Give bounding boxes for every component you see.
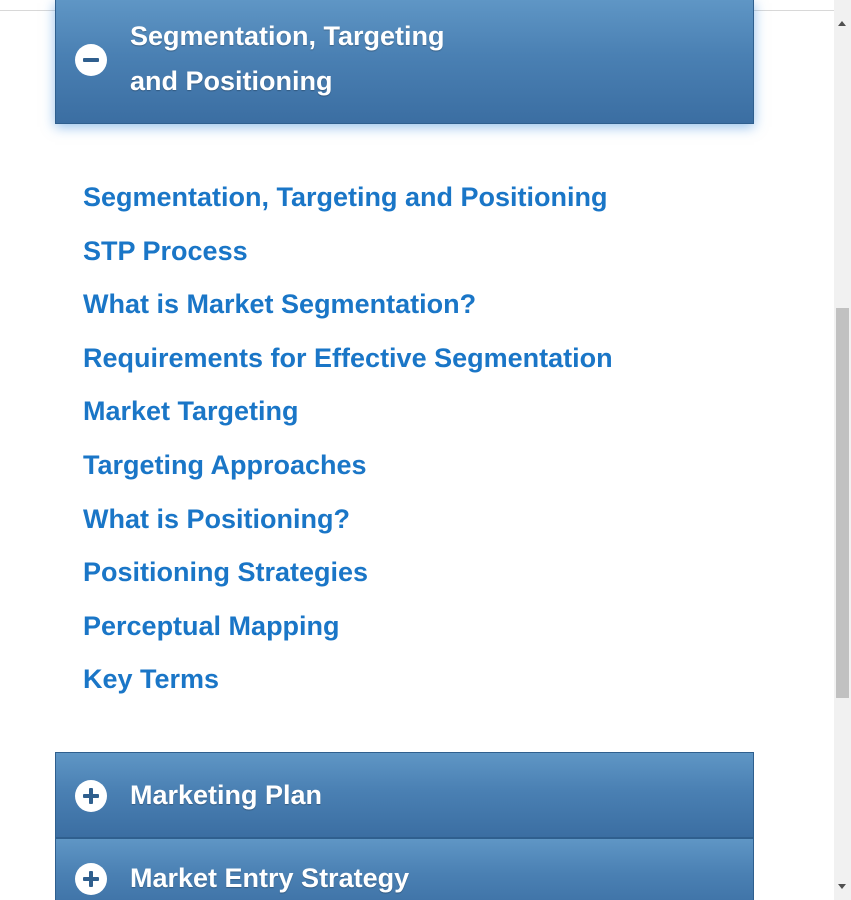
- minus-circle-icon[interactable]: [75, 44, 107, 76]
- section-header-marketing-plan[interactable]: Marketing Plan: [55, 752, 754, 838]
- section-title-line-2: and Positioning: [130, 66, 333, 96]
- section-links-list: Segmentation, Targeting and Positioning …: [83, 172, 613, 708]
- list-item: Segmentation, Targeting and Positioning: [83, 172, 613, 226]
- section-title-stp: Segmentation, Targeting and Positioning: [130, 14, 445, 104]
- vertical-scrollbar[interactable]: [834, 0, 851, 900]
- list-item: Requirements for Effective Segmentation: [83, 333, 613, 387]
- plus-circle-icon[interactable]: [75, 780, 107, 812]
- link-stp-overview[interactable]: Segmentation, Targeting and Positioning: [83, 182, 608, 212]
- course-menu: Segmentation, Targeting and Positioning …: [0, 0, 851, 900]
- link-targeting-approaches[interactable]: Targeting Approaches: [83, 450, 367, 480]
- list-item: What is Positioning?: [83, 494, 613, 548]
- list-item: What is Market Segmentation?: [83, 279, 613, 333]
- link-key-terms[interactable]: Key Terms: [83, 664, 219, 694]
- link-market-segmentation[interactable]: What is Market Segmentation?: [83, 289, 476, 319]
- list-item: Key Terms: [83, 654, 613, 708]
- link-stp-process[interactable]: STP Process: [83, 236, 248, 266]
- scroll-up-arrow-icon[interactable]: [838, 21, 846, 26]
- link-perceptual-mapping[interactable]: Perceptual Mapping: [83, 611, 340, 641]
- section-header-market-entry-strategy[interactable]: Market Entry Strategy: [55, 838, 754, 900]
- list-item: Perceptual Mapping: [83, 601, 613, 655]
- list-item: Market Targeting: [83, 386, 613, 440]
- scroll-down-arrow-icon[interactable]: [838, 884, 846, 889]
- list-item: Targeting Approaches: [83, 440, 613, 494]
- section-title-marketing-plan: Marketing Plan: [130, 780, 323, 810]
- link-positioning-strategies[interactable]: Positioning Strategies: [83, 557, 368, 587]
- list-item: STP Process: [83, 226, 613, 280]
- section-title-market-entry-strategy: Market Entry Strategy: [130, 863, 410, 893]
- link-market-targeting[interactable]: Market Targeting: [83, 396, 299, 426]
- link-effective-segmentation[interactable]: Requirements for Effective Segmentation: [83, 343, 613, 373]
- link-what-is-positioning[interactable]: What is Positioning?: [83, 504, 350, 534]
- section-header-stp[interactable]: Segmentation, Targeting and Positioning: [55, 0, 754, 124]
- scrollbar-thumb[interactable]: [836, 308, 849, 698]
- list-item: Positioning Strategies: [83, 547, 613, 601]
- section-title-line-1: Segmentation, Targeting: [130, 21, 445, 51]
- plus-circle-icon[interactable]: [75, 863, 107, 895]
